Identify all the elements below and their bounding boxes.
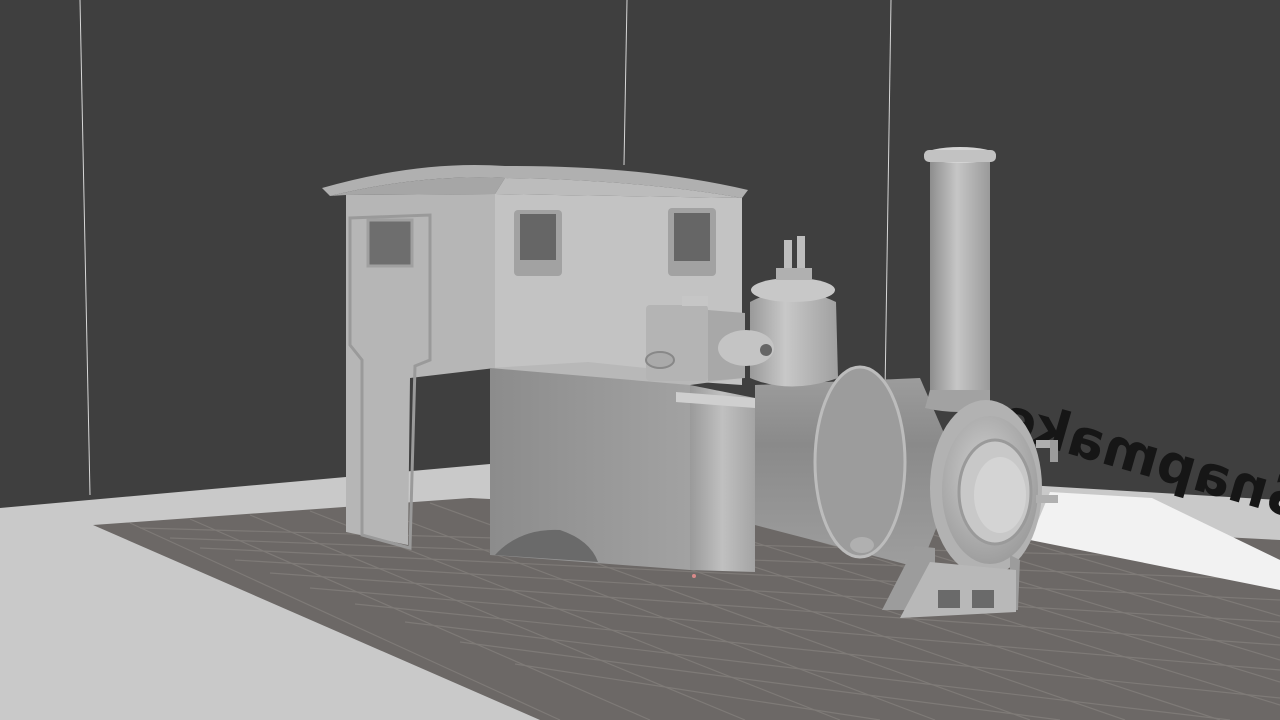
viewport-canvas[interactable]: Snapmaker bbox=[0, 0, 1280, 720]
origin-marker bbox=[692, 574, 696, 578]
steam-dome bbox=[750, 236, 838, 387]
chimney bbox=[924, 147, 996, 412]
side-tank bbox=[490, 362, 755, 572]
3d-viewport[interactable]: Snapmaker bbox=[0, 0, 1280, 720]
